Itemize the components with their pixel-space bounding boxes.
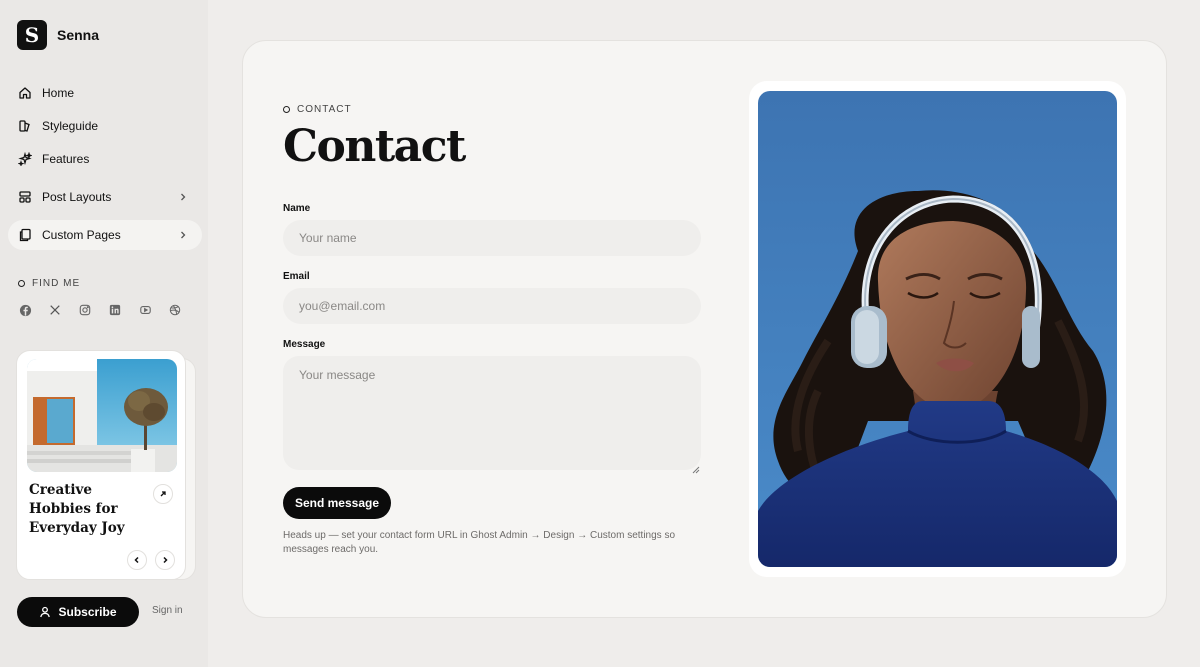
sidebar-item-post-layouts[interactable]: Post Layouts <box>8 182 202 212</box>
sidebar-item-label: Home <box>42 86 75 100</box>
subscribe-button[interactable]: Subscribe <box>17 597 139 627</box>
name-field[interactable] <box>283 220 701 256</box>
message-label: Message <box>283 339 326 350</box>
sidebar-item-home[interactable]: Home <box>8 78 202 108</box>
social-links <box>18 303 198 317</box>
chevron-right-icon[interactable] <box>176 228 190 242</box>
featured-post-card[interactable]: Creative Hobbies for Everyday Joy <box>16 350 186 580</box>
featured-post-card-stack: Creative Hobbies for Everyday Joy <box>16 350 196 582</box>
page-eyebrow: CONTACT <box>283 104 352 115</box>
sidebar-item-styleguide[interactable]: Styleguide <box>8 111 202 141</box>
name-label: Name <box>283 203 311 214</box>
contact-photo <box>758 91 1117 567</box>
sidebar-item-label: Custom Pages <box>42 228 121 242</box>
sidebar-item-label: Styleguide <box>42 119 99 133</box>
home-icon <box>18 86 32 100</box>
contact-panel: CONTACT Contact Name Email Message Send … <box>242 40 1167 618</box>
chevron-left-icon <box>134 556 139 564</box>
sign-in-link[interactable]: Sign in <box>152 605 183 616</box>
subscribe-label: Subscribe <box>58 605 117 619</box>
page-title: Contact <box>283 121 466 172</box>
message-field[interactable] <box>283 356 701 470</box>
carousel-next-button[interactable] <box>155 550 175 570</box>
facebook-icon[interactable] <box>18 303 32 317</box>
brand-name[interactable]: Senna <box>57 27 99 43</box>
sidebar-item-features[interactable]: Features <box>8 144 202 174</box>
sidebar-item-custom-pages[interactable]: Custom Pages <box>8 220 202 250</box>
carousel-prev-button[interactable] <box>127 550 147 570</box>
brand-logo[interactable]: S <box>17 20 47 50</box>
sidebar-item-label: Post Layouts <box>42 190 112 204</box>
circle-icon <box>283 106 290 113</box>
form-note: Heads up — set your contact form URL in … <box>283 530 676 555</box>
photo-frame <box>749 81 1126 577</box>
sparkles-icon <box>18 152 32 166</box>
eyebrow-label: CONTACT <box>297 104 352 115</box>
send-message-button[interactable]: Send message <box>283 487 391 519</box>
featured-post-image[interactable] <box>27 359 177 472</box>
email-label: Email <box>283 271 310 282</box>
find-me-label: FIND ME <box>32 278 81 289</box>
arrow-up-right-icon[interactable] <box>153 484 173 504</box>
sidebar-nav: Home Styleguide Features Post Layouts Cu… <box>8 78 202 250</box>
instagram-icon[interactable] <box>78 303 92 317</box>
find-me-heading: FIND ME <box>18 278 80 289</box>
user-icon <box>39 606 51 618</box>
chevron-right-icon[interactable] <box>176 190 190 204</box>
dribbble-icon[interactable] <box>168 303 182 317</box>
linkedin-icon[interactable] <box>108 303 122 317</box>
chevron-right-icon <box>163 556 168 564</box>
styleguide-icon <box>18 119 32 133</box>
brand[interactable]: S Senna <box>17 20 99 50</box>
email-field[interactable] <box>283 288 701 324</box>
resize-handle-icon[interactable] <box>692 461 700 474</box>
sidebar: S Senna Home Styleguide Features Post La… <box>0 0 208 667</box>
x-icon[interactable] <box>48 303 62 317</box>
circle-icon <box>18 280 25 287</box>
pages-icon <box>18 228 32 242</box>
youtube-icon[interactable] <box>138 303 152 317</box>
layout-icon <box>18 190 32 204</box>
featured-post-title[interactable]: Creative Hobbies for Everyday Joy <box>29 481 149 538</box>
sidebar-item-label: Features <box>42 152 90 166</box>
